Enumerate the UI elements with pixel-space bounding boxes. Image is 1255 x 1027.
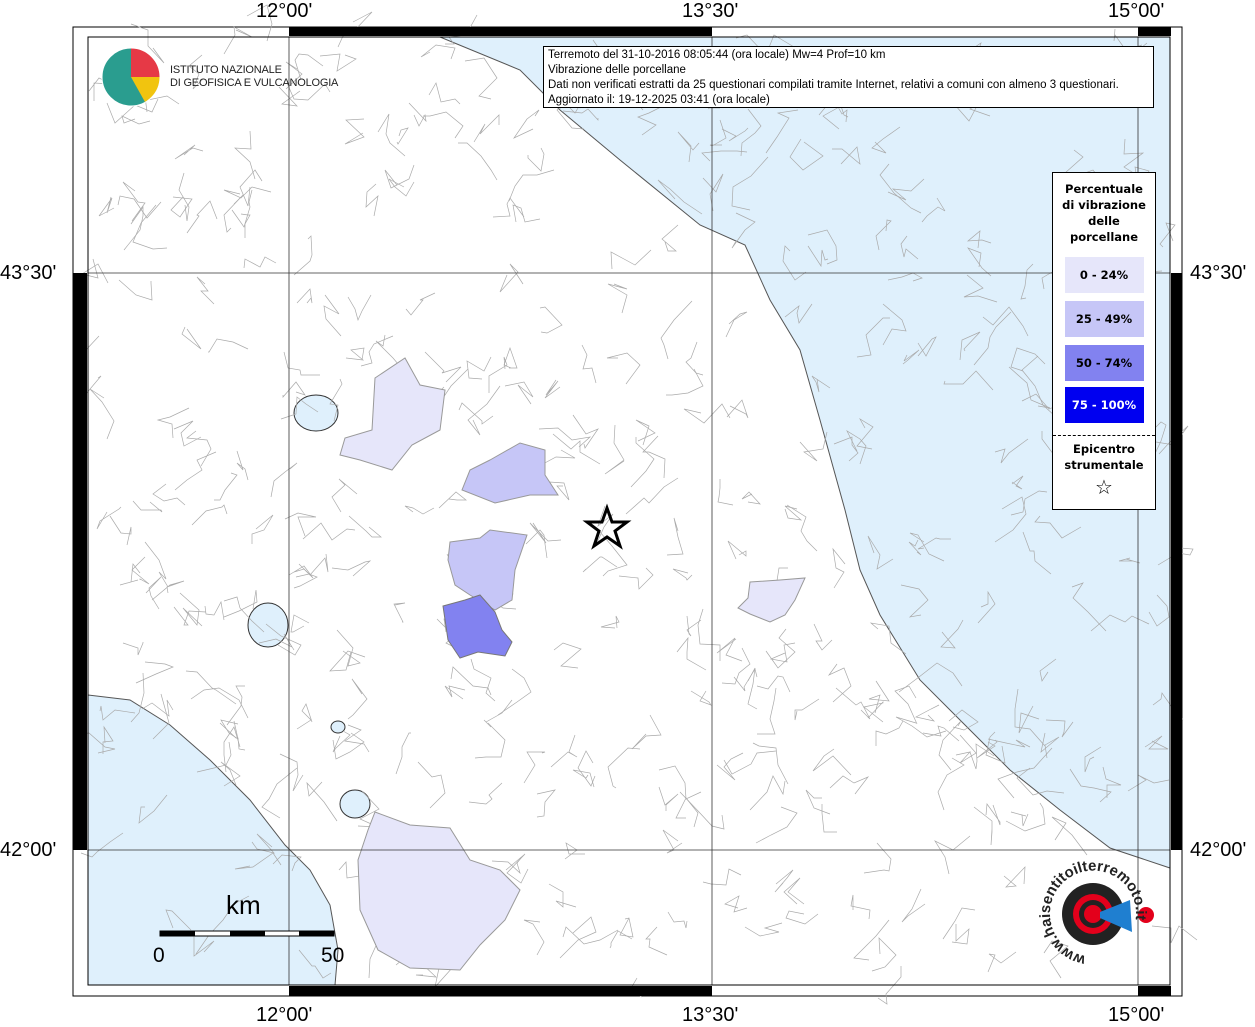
scale-max: 50 <box>321 944 345 967</box>
ingv-line1: ISTITUTO NAZIONALE <box>170 64 282 76</box>
legend-class-25-49: 25 - 49% <box>1064 301 1144 337</box>
lat-label-42-right: 42°00' <box>1190 839 1247 861</box>
legend-epicenter-label: Epicentro strumentale <box>1053 441 1155 473</box>
epicenter-label-line: Epicentro <box>1073 442 1135 456</box>
lon-label-12: 12°00' <box>256 0 313 22</box>
map-canvas: www.haisentitoilterremoto.it <box>72 4 1198 1005</box>
legend-class-0-24: 0 - 24% <box>1064 257 1144 293</box>
update-time: Aggiornato il: 19-12-2025 03:41 (ora loc… <box>548 94 770 106</box>
event-info-box: Terremoto del 31-10-2016 08:05:44 (ora l… <box>543 46 1154 108</box>
legend-title-line: delle <box>1088 214 1120 228</box>
legend-title-line: Percentuale <box>1065 182 1143 196</box>
lon-label-15: 15°00' <box>1108 0 1165 22</box>
lon-label-13-30: 13°30' <box>682 0 739 22</box>
scale-bar <box>159 930 335 937</box>
lake-bolsena <box>247 602 289 648</box>
legend-title: Percentuale di vibrazione delle porcella… <box>1053 181 1155 245</box>
legend-class-75-100: 75 - 100% <box>1064 387 1144 423</box>
legend-title-line: porcellane <box>1069 230 1139 244</box>
ingv-logo-text: ISTITUTO NAZIONALE DI GEOFISICA E VULCAN… <box>170 64 338 90</box>
effect-name: Vibrazione delle porcellane <box>548 64 686 76</box>
data-note: Dati non verificati estratti da 25 quest… <box>548 79 1119 91</box>
ingv-logo-icon <box>101 47 161 107</box>
legend-title-line: di vibrazione <box>1062 198 1146 212</box>
lake-trasimeno <box>293 394 339 432</box>
lat-label-43-30: 43°30' <box>0 262 57 284</box>
legend-divider <box>1053 435 1155 436</box>
lat-label-42: 42°00' <box>0 839 57 861</box>
legend: Percentuale di vibrazione delle porcella… <box>1052 172 1156 510</box>
lat-label-43-30-right: 43°30' <box>1190 262 1247 284</box>
scale-min: 0 <box>153 944 165 967</box>
legend-star-icon: ☆ <box>1095 475 1113 499</box>
event-title: Terremoto del 31-10-2016 08:05:44 (ora l… <box>548 49 886 61</box>
legend-class-50-74: 50 - 74% <box>1064 345 1144 381</box>
scale-unit: km <box>226 890 261 920</box>
epicenter-label-line: strumentale <box>1064 458 1144 472</box>
ingv-line2: DI GEOFISICA E VULCANOLOGIA <box>170 77 339 89</box>
